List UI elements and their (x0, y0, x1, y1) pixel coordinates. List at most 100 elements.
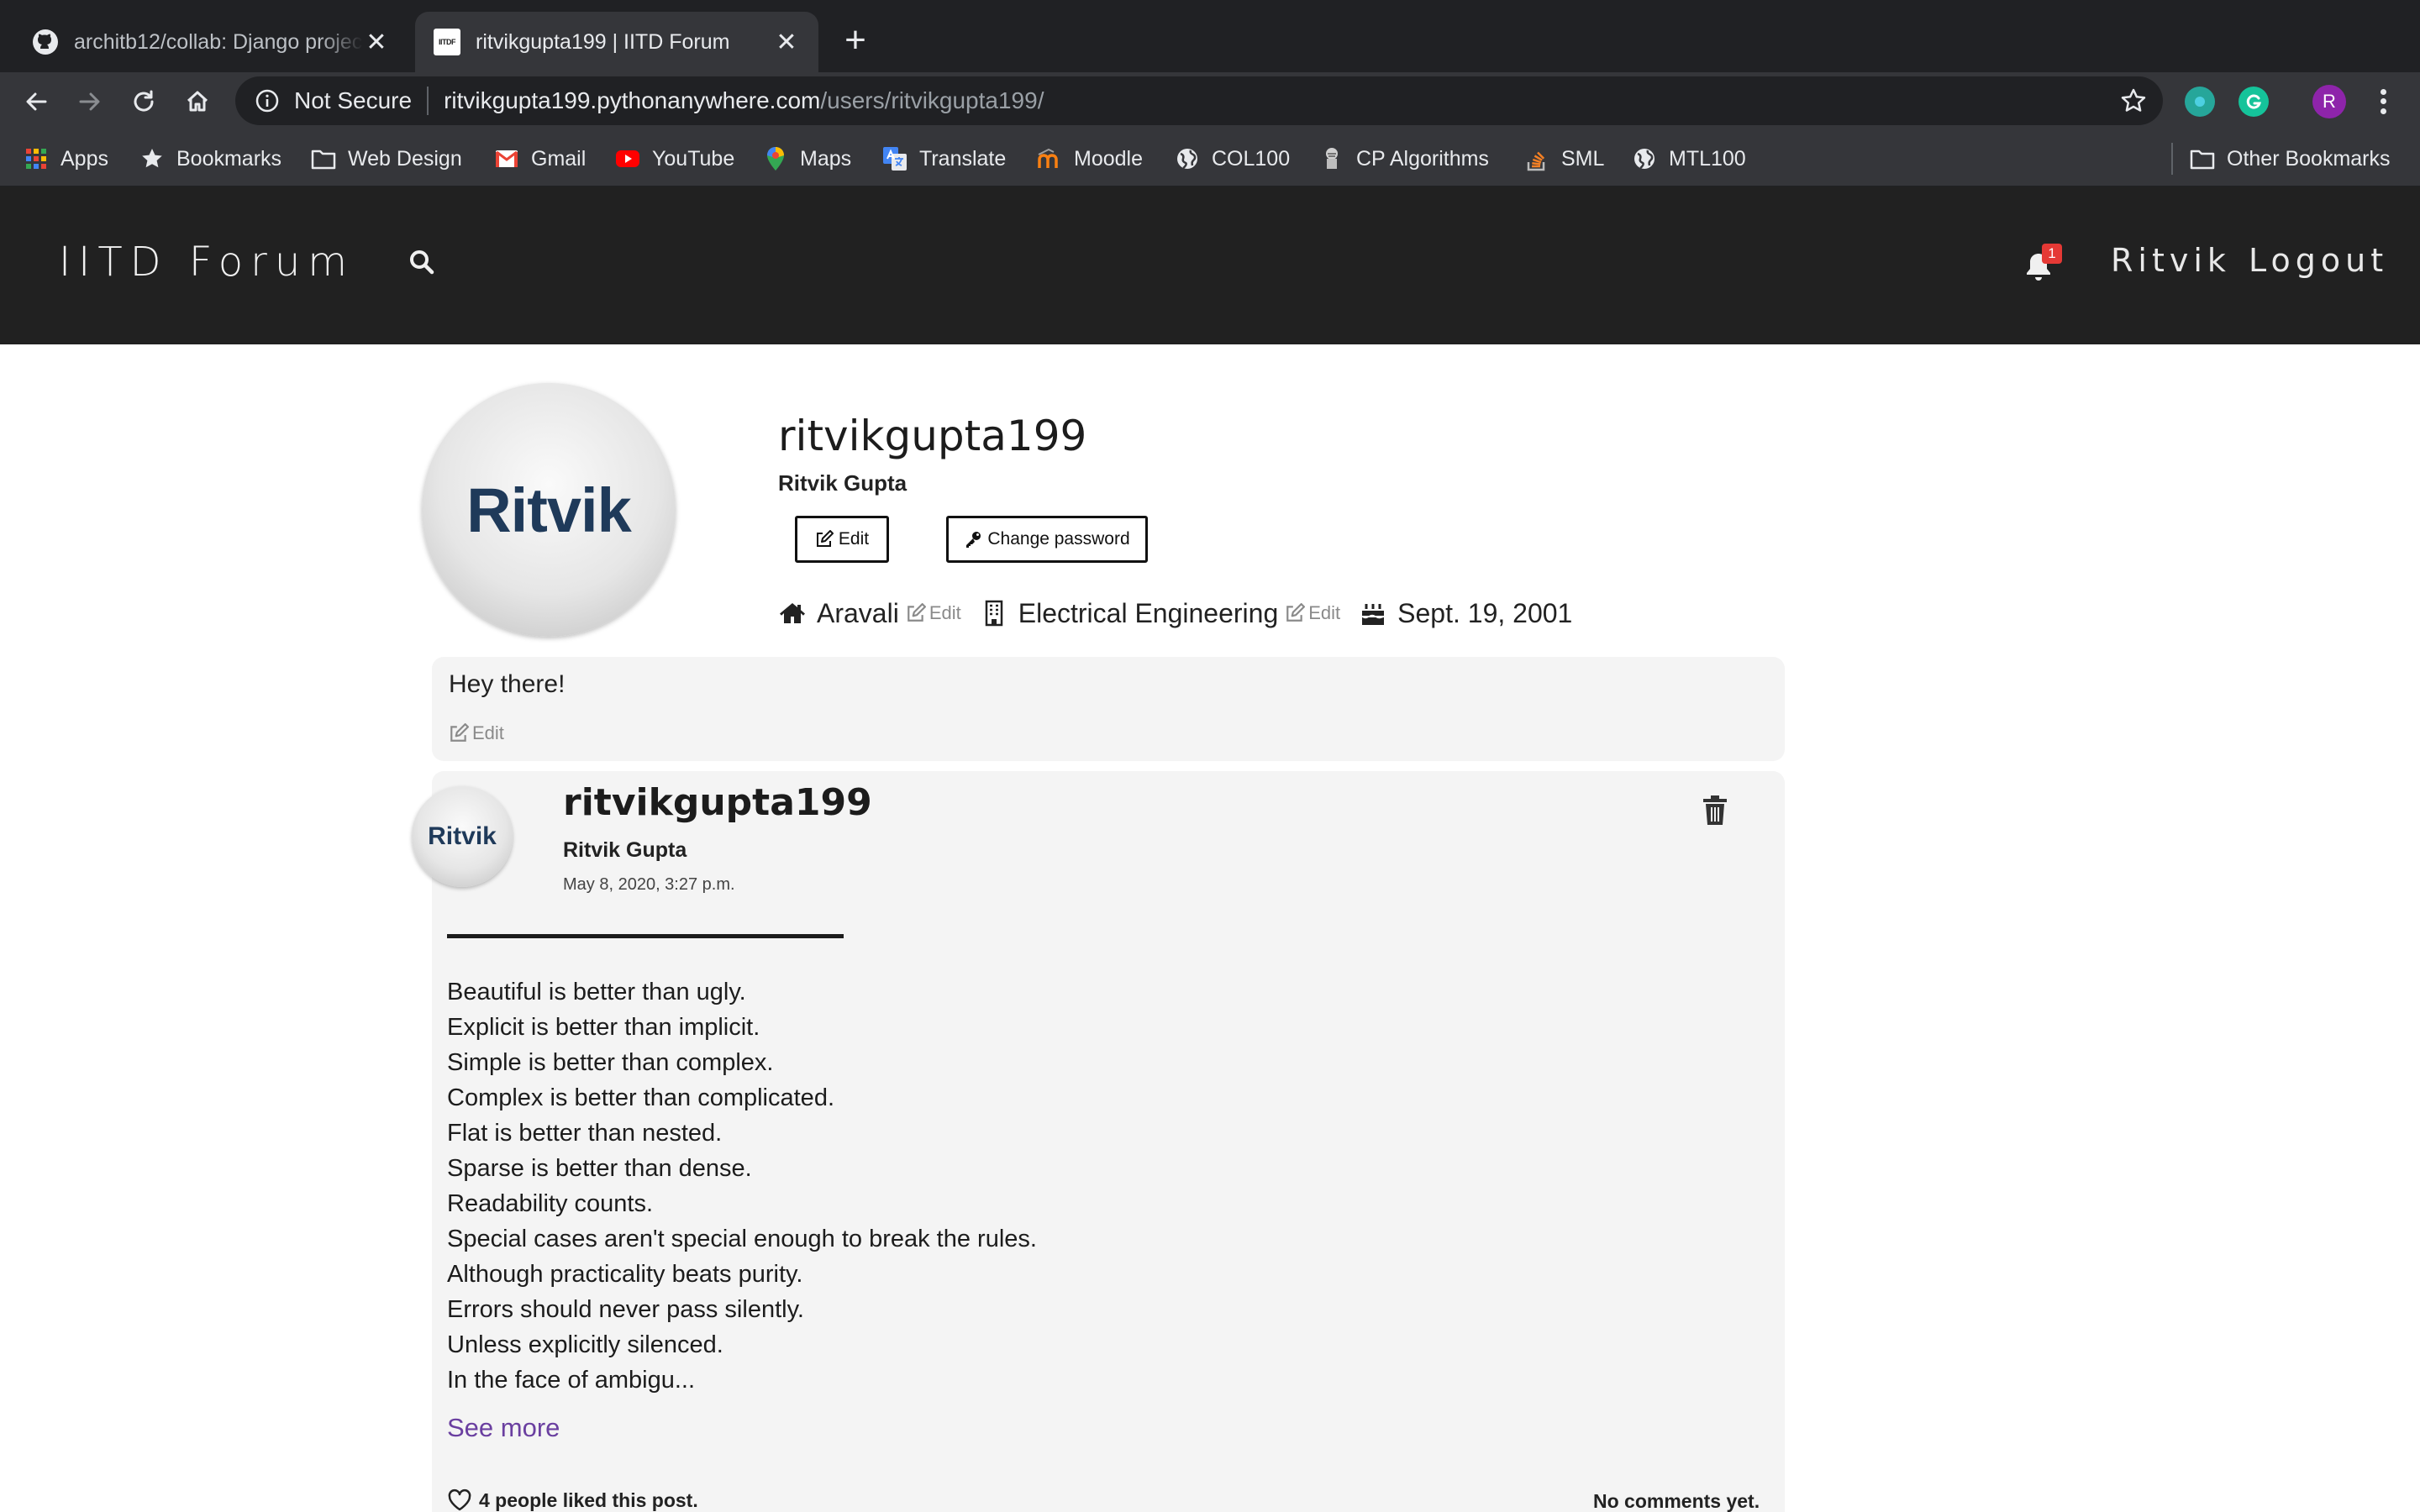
post-line: Sparse is better than dense. (447, 1155, 752, 1182)
bookmark-label: Moodle (1074, 146, 1143, 171)
close-tab-icon[interactable]: ✕ (773, 29, 800, 56)
address-separator (427, 87, 429, 115)
bookmarks-divider (2171, 143, 2173, 175)
profile-avatar-large: Ritvik (422, 383, 676, 637)
bookmark-bookmarks[interactable]: Bookmarks (139, 144, 281, 174)
close-tab-icon[interactable]: ✕ (363, 29, 390, 56)
profile-avatar[interactable]: R (2312, 85, 2346, 118)
change-password-button[interactable]: Change password (946, 516, 1148, 563)
bookmark-mtl100[interactable]: MTL100 (1632, 144, 1746, 174)
bookmark-translate[interactable]: Translate (882, 144, 1006, 174)
post-line: Errors should never pass silently. (447, 1296, 804, 1323)
see-more-link[interactable]: See more (447, 1413, 560, 1443)
extension-icon[interactable] (2185, 87, 2215, 117)
bookmark-label: CP Algorithms (1356, 146, 1489, 171)
post-author-name: Ritvik Gupta (563, 838, 687, 862)
iitdf-icon: IITDF (434, 29, 460, 55)
globe-icon (1175, 146, 1200, 171)
post-author-username[interactable]: ritvikgupta199 (563, 781, 872, 824)
post-line: Special cases aren't special enough to b… (447, 1226, 1037, 1252)
reload-icon[interactable] (124, 82, 163, 121)
github-icon (32, 29, 59, 55)
bookmark-maps[interactable]: Maps (763, 144, 851, 174)
bookmark-col100[interactable]: COL100 (1175, 144, 1290, 174)
bookmark-apps[interactable]: Apps (24, 144, 108, 174)
notification-count-badge: 1 (2042, 244, 2062, 264)
browser-tab-strip: architb12/collab: Django project ✕ IITDF… (0, 0, 2420, 72)
browser-tab-iitd-forum[interactable]: IITDF ritvikgupta199 | IITD Forum ✕ (415, 12, 818, 72)
post-line: Although practicality beats purity. (447, 1261, 803, 1288)
post-line: Beautiful is better than ugly. (447, 979, 746, 1005)
new-tab-button[interactable]: + (837, 22, 874, 60)
info-icon[interactable] (254, 87, 281, 114)
bookmark-youtube[interactable]: YouTube (615, 144, 734, 174)
star-icon (139, 146, 165, 171)
heart-icon[interactable] (447, 1488, 472, 1512)
bookmark-label: MTL100 (1669, 146, 1746, 171)
home-icon (778, 599, 807, 627)
edit-icon (815, 530, 834, 549)
site-navbar: IITD Forum 1 Ritvik Logout (0, 186, 2420, 344)
tab-title: ritvikgupta199 | IITD Forum (476, 29, 730, 54)
post-line: Readability counts. (447, 1190, 654, 1217)
bookmark-label: Apps (60, 146, 108, 171)
comments-status: No comments yet. (1593, 1490, 1760, 1512)
forward-arrow-icon[interactable] (71, 82, 109, 121)
post-line: Simple is better than complex. (447, 1049, 774, 1076)
search-icon[interactable] (407, 247, 437, 277)
nav-logout-link[interactable]: Logout (2249, 242, 2388, 279)
edit-profile-button[interactable]: Edit (795, 516, 889, 563)
bookmark-label: COL100 (1212, 146, 1291, 171)
post-line: Flat is better than nested. (447, 1120, 723, 1147)
avatar-text: Ritvik (428, 822, 497, 850)
building-icon (980, 599, 1008, 627)
button-label: Change password (987, 529, 1130, 549)
tab-title: architb12/collab: Django project (74, 29, 363, 54)
hostel-value: Aravali (817, 597, 899, 628)
post-divider (447, 934, 844, 938)
post-line: In the face of ambigu... (447, 1367, 696, 1394)
department-value: Electrical Engineering (1018, 597, 1279, 628)
key-icon (964, 530, 982, 549)
edit-bio-link[interactable]: Edit (449, 722, 504, 744)
url-path: /users/ritvikgupta199/ (820, 87, 1044, 113)
birthday-cake-icon (1359, 599, 1387, 627)
address-bar[interactable]: Not Secure ritvikgupta199.pythonanywhere… (235, 76, 2163, 125)
post-body: Beautiful is better than ugly. Explicit … (447, 974, 1037, 1398)
maps-pin-icon (763, 146, 788, 171)
delete-post-trash-icon[interactable] (1701, 795, 1729, 827)
browser-toolbar: Not Secure ritvikgupta199.pythonanywhere… (0, 72, 2420, 131)
post-timestamp: May 8, 2020, 3:27 p.m. (563, 875, 735, 894)
security-status[interactable]: Not Secure (294, 87, 412, 114)
bookmark-label: SML (1561, 146, 1605, 171)
bookmark-moodle[interactable]: Moodle (1037, 144, 1143, 174)
bookmark-gmail[interactable]: Gmail (494, 144, 586, 174)
other-bookmarks[interactable]: Other Bookmarks (2190, 144, 2391, 174)
nav-user-link[interactable]: Ritvik (2111, 242, 2231, 279)
notifications-bell-icon[interactable]: 1 (2023, 244, 2062, 282)
back-arrow-icon[interactable] (17, 82, 55, 121)
stackoverflow-icon (1524, 146, 1549, 171)
bookmark-cp-algorithms[interactable]: CP Algorithms (1319, 144, 1489, 174)
bookmark-sml[interactable]: SML (1524, 144, 1604, 174)
home-icon[interactable] (178, 82, 217, 121)
moodle-icon (1037, 146, 1062, 171)
edit-hostel-link[interactable]: Edit (906, 602, 961, 624)
profile-info-row: Aravali Edit Electrical Engineering Edit… (778, 595, 1572, 632)
site-brand[interactable]: IITD Forum (59, 239, 355, 286)
browser-tab-github[interactable]: architb12/collab: Django project ✕ (13, 12, 408, 72)
apps-grid-icon (24, 146, 49, 171)
grammarly-icon[interactable] (2238, 87, 2269, 117)
bookmark-web-design[interactable]: Web Design (311, 144, 462, 174)
button-label: Edit (838, 529, 870, 549)
post-author-avatar[interactable]: Ritvik (412, 786, 513, 887)
bookmark-label: Web Design (348, 146, 462, 171)
globe-icon (1632, 146, 1657, 171)
bio-text: Hey there! (449, 670, 566, 698)
post-likes[interactable]: 4 people liked this post. (447, 1488, 698, 1512)
url-host: ritvikgupta199.pythonanywhere.com (444, 87, 821, 113)
edit-department-link[interactable]: Edit (1285, 602, 1340, 624)
bookmark-star-icon[interactable] (2119, 87, 2148, 115)
more-menu-icon[interactable] (2371, 84, 2395, 119)
birthday-value: Sept. 19, 2001 (1397, 597, 1573, 628)
